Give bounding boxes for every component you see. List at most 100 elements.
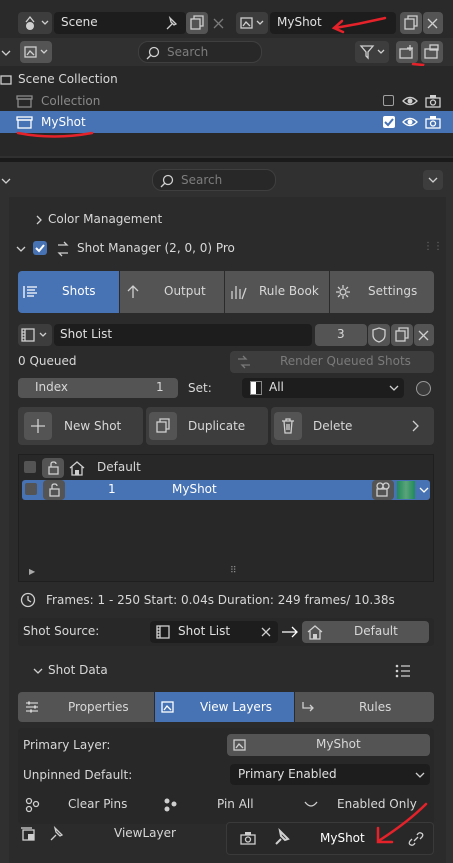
set-color-swatch xyxy=(250,381,262,395)
list-resize-handle[interactable]: ⠿ xyxy=(230,566,237,576)
pin-icon[interactable] xyxy=(272,828,292,848)
chevron-down-icon xyxy=(16,246,26,252)
image-layers-icon xyxy=(24,46,48,58)
index-field[interactable]: Index 1 xyxy=(18,378,178,398)
tab-settings[interactable]: Settings xyxy=(330,271,434,313)
scene-collection-row[interactable]: Scene Collection xyxy=(0,68,453,90)
filter-button[interactable] xyxy=(355,41,389,63)
shot-camera-button[interactable] xyxy=(372,480,394,500)
tab-shots[interactable]: Shots xyxy=(18,271,119,313)
shot-row-myshot[interactable]: 1 MyShot xyxy=(22,480,430,500)
subtab-properties[interactable]: Properties xyxy=(18,692,154,722)
chevron-down-icon xyxy=(415,772,425,778)
close-icon[interactable] xyxy=(260,626,272,638)
new-shot-button[interactable]: New Shot xyxy=(18,407,143,445)
primary-layer-value: MyShot xyxy=(316,737,361,751)
shield-icon xyxy=(372,327,386,343)
list-expand-arrow[interactable]: ▶ xyxy=(29,567,35,576)
view-layer-stack-icon xyxy=(21,827,35,841)
shot-manager-panel-header[interactable]: Shot Manager (2, 0, 0) Pro ⋮⋮ xyxy=(9,237,446,261)
shot-source-target-field[interactable]: Default xyxy=(302,621,429,643)
shot-source-target-value: Default xyxy=(354,624,398,638)
filter-icon xyxy=(359,45,385,60)
shot-manager-enable-checkbox[interactable] xyxy=(33,241,47,255)
shot-list-type-button[interactable] xyxy=(18,324,52,346)
outliner-menu-toggle[interactable] xyxy=(0,42,14,64)
eye-icon[interactable] xyxy=(401,93,419,109)
shot-data-panel-header[interactable]: Shot Data xyxy=(18,660,434,682)
set-option-radio[interactable] xyxy=(416,381,431,396)
subtab-view-layers[interactable]: View Layers xyxy=(155,692,294,722)
scene-selector-button[interactable] xyxy=(18,12,52,34)
pin-all-label: Pin All xyxy=(217,797,254,811)
area-divider xyxy=(0,158,453,162)
upload-icon xyxy=(127,285,139,298)
properties-search-input[interactable]: Search xyxy=(152,169,276,191)
primary-layer-field[interactable]: MyShot xyxy=(227,734,430,756)
myshot-exclude-checkbox[interactable] xyxy=(383,116,395,128)
pin-all-button[interactable]: Pin All xyxy=(160,794,280,816)
shot-list-count-field[interactable]: 3 xyxy=(315,324,367,346)
shot-color-swatch[interactable] xyxy=(397,481,415,499)
unpinned-default-dropdown[interactable]: Primary Enabled xyxy=(230,764,430,785)
eye-icon[interactable] xyxy=(401,114,419,130)
shot-list-icon xyxy=(23,286,37,298)
properties-menu-toggle[interactable] xyxy=(0,170,14,192)
pin-scene-icon[interactable] xyxy=(162,14,182,32)
home-icon xyxy=(307,625,323,640)
outliner-search-input[interactable]: Search xyxy=(138,41,262,63)
render-queued-shots-button[interactable]: Render Queued Shots xyxy=(230,351,434,373)
shot-checkbox[interactable] xyxy=(25,483,37,495)
image-layers-icon xyxy=(161,701,174,713)
subtab-view-layers-label: View Layers xyxy=(200,700,272,714)
shot-list-name-field[interactable]: Shot List xyxy=(54,324,312,346)
list-group-row[interactable]: Default xyxy=(20,457,432,479)
clear-pins-button[interactable]: Clear Pins xyxy=(22,794,152,816)
pin-icon[interactable] xyxy=(48,825,66,843)
list-options-icon[interactable] xyxy=(394,662,412,680)
group-checkbox[interactable] xyxy=(24,461,36,473)
drag-handle[interactable]: ⋮⋮ xyxy=(423,241,443,252)
annotation-underline-myshot xyxy=(16,131,94,138)
display-mode-button[interactable] xyxy=(20,41,52,63)
properties-options-button[interactable] xyxy=(423,170,443,190)
camera-icon[interactable] xyxy=(424,114,442,130)
chevron-down-icon[interactable] xyxy=(418,484,430,496)
camera-icon[interactable] xyxy=(424,93,442,109)
subtab-rules[interactable]: Rules xyxy=(295,692,434,722)
duplicate-shot-button[interactable]: Duplicate xyxy=(146,407,268,445)
set-label: Set: xyxy=(188,381,212,395)
collection-row[interactable]: Collection xyxy=(0,90,453,112)
myshot-collection-label: MyShot xyxy=(41,115,86,129)
tab-rule-book-label: Rule Book xyxy=(259,284,319,298)
check-icon xyxy=(384,118,394,127)
new-view-layer-button[interactable] xyxy=(400,12,422,34)
delete-shot-button[interactable]: Delete xyxy=(271,407,434,445)
tab-output[interactable]: Output xyxy=(120,271,224,313)
tab-rule-book[interactable]: Rule Book xyxy=(225,271,329,313)
annotation-arrow-bottom xyxy=(376,802,428,844)
new-shot-icon-box xyxy=(24,412,52,440)
scene-collection-icon xyxy=(0,75,12,85)
collection-exclude-checkbox[interactable] xyxy=(383,95,394,106)
view-layer-selector-button[interactable] xyxy=(236,12,268,34)
set-dropdown[interactable]: All xyxy=(242,378,404,398)
gear-icon xyxy=(336,285,350,299)
new-scene-button[interactable] xyxy=(186,12,208,34)
shot-list-name-text: Shot List xyxy=(60,327,113,341)
duplicate-icon-box xyxy=(149,412,177,440)
clear-pins-icon xyxy=(25,797,40,813)
shot-list-duplicate-button[interactable] xyxy=(391,324,413,346)
shot-source-field[interactable]: Shot List xyxy=(150,621,278,643)
camera-icon[interactable] xyxy=(238,830,258,848)
view-layer-name-text: MyShot xyxy=(277,15,322,29)
color-management-panel-header[interactable]: Color Management xyxy=(9,208,446,232)
group-lock-button[interactable] xyxy=(42,458,64,478)
delete-view-layer-button[interactable] xyxy=(423,12,443,34)
delete-scene-icon[interactable] xyxy=(210,12,228,34)
shot-list-unlink-button[interactable] xyxy=(414,324,434,346)
subtab-properties-label: Properties xyxy=(68,700,129,714)
shot-lock-button[interactable] xyxy=(43,480,65,500)
sliders-icon xyxy=(26,701,38,713)
shot-list-fake-user-button[interactable] xyxy=(368,324,390,346)
